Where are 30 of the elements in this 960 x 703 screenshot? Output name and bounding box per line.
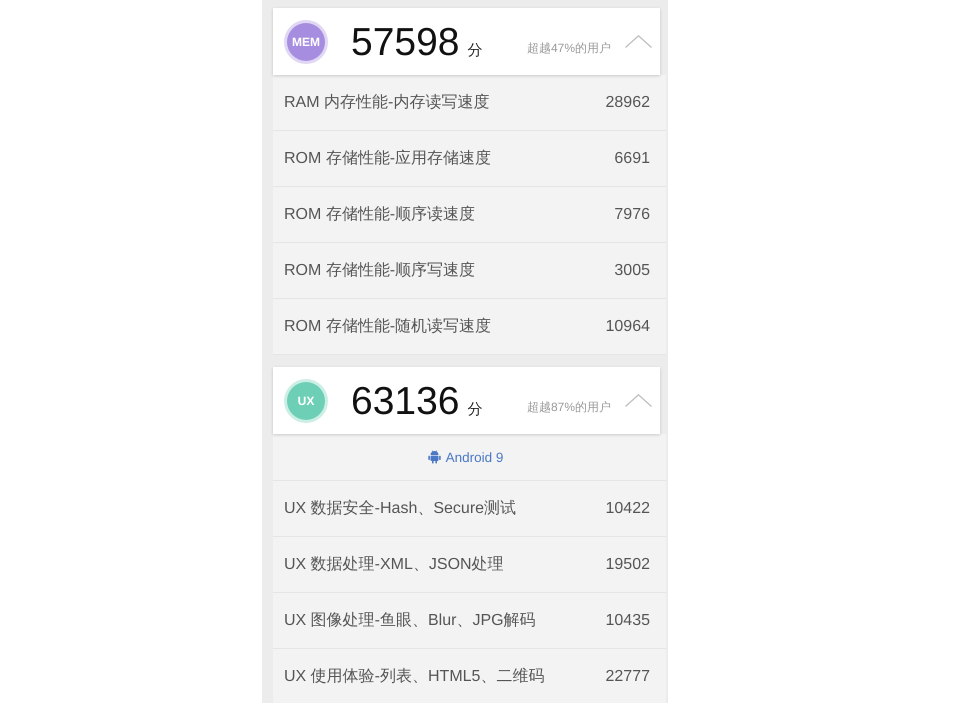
percentile-text: 超越87%的用户 bbox=[526, 399, 611, 416]
test-name: ROM 存储性能-顺序读速度 bbox=[284, 204, 476, 225]
total-score: 63136 bbox=[351, 382, 460, 421]
percentile-text: 超越47%的用户 bbox=[526, 40, 611, 57]
chevron-up-icon[interactable] bbox=[625, 35, 652, 48]
test-score: 19502 bbox=[606, 556, 650, 574]
total-score: 57598 bbox=[351, 23, 460, 62]
score-unit: 分 bbox=[467, 41, 482, 60]
test-score: 10422 bbox=[606, 500, 650, 518]
test-score: 7976 bbox=[614, 206, 650, 224]
test-score: 28962 bbox=[606, 94, 650, 112]
test-score: 10964 bbox=[606, 318, 650, 336]
platform-label: Android 9 bbox=[446, 450, 504, 464]
test-name: ROM 存储性能-顺序写速度 bbox=[284, 260, 476, 281]
test-score: 22777 bbox=[606, 668, 650, 686]
robot-icon bbox=[428, 450, 441, 464]
score-unit: 分 bbox=[467, 400, 482, 419]
test-name: UX 数据处理-XML、JSON处理 bbox=[284, 554, 504, 575]
test-name: UX 数据安全-Hash、Secure测试 bbox=[284, 498, 516, 519]
test-score: 6691 bbox=[614, 150, 650, 168]
test-name: RAM 内存性能-内存读写速度 bbox=[284, 92, 490, 113]
test-score: 3005 bbox=[614, 262, 650, 280]
category-badge: MEM bbox=[287, 22, 325, 60]
test-name: ROM 存储性能-应用存储速度 bbox=[284, 148, 492, 169]
category-badge: UX bbox=[287, 382, 325, 420]
test-score: 10435 bbox=[606, 612, 650, 630]
chevron-up-icon[interactable] bbox=[625, 394, 652, 407]
test-name: UX 图像处理-鱼眼、Blur、JPG解码 bbox=[284, 610, 536, 631]
test-name: UX 使用体验-列表、HTML5、二维码 bbox=[284, 666, 544, 687]
test-name: ROM 存储性能-随机读写速度 bbox=[284, 316, 492, 337]
